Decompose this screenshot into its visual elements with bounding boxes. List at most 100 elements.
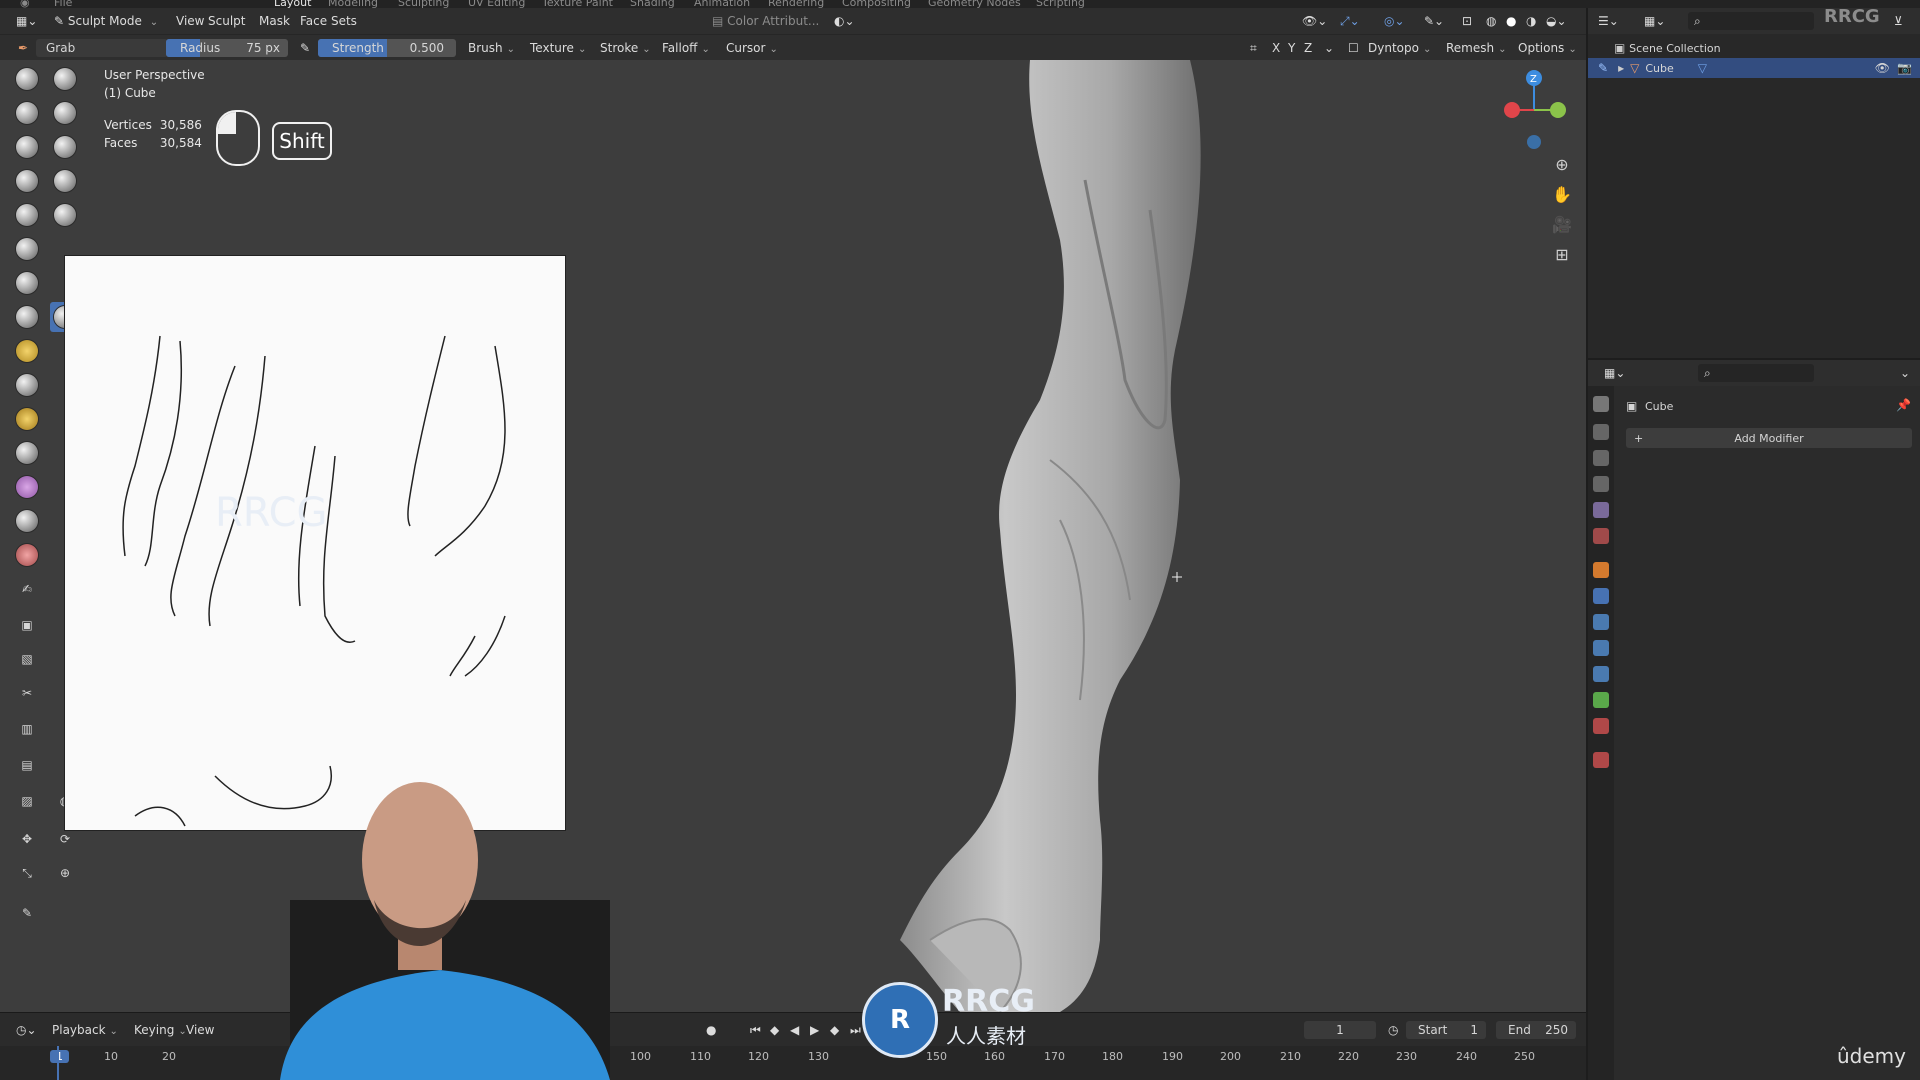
physics-tab-icon[interactable] (1593, 640, 1609, 656)
xray-icon[interactable]: ✎⌄ (1418, 12, 1450, 30)
radius-field[interactable]: Radius 75 px (166, 39, 288, 57)
view-layer-tab-icon[interactable] (1593, 476, 1609, 492)
menu-face-sets[interactable]: Face Sets (294, 12, 363, 30)
line-project-tool[interactable]: ▨ (12, 786, 42, 816)
dyntopo-dropdown[interactable]: Dyntopo (1362, 39, 1437, 57)
filter-icon[interactable]: ⊻ (1888, 12, 1909, 30)
zoom-icon[interactable]: ⊕ (1548, 150, 1576, 178)
xray-toggle-icon[interactable]: ⊡ (1456, 12, 1478, 30)
symmetry-icon[interactable]: ⌗ (1244, 39, 1263, 57)
orthographic-toggle-icon[interactable]: ⊞ (1548, 240, 1576, 268)
play-reverse-icon[interactable]: ◀ (784, 1021, 805, 1039)
overlay-toggle-icon[interactable]: ◎⌄ (1378, 12, 1411, 30)
snap-menu[interactable]: ◐⌄ (828, 12, 861, 30)
gizmo-y-axis[interactable] (1550, 102, 1566, 118)
draw-sharp-brush-tool[interactable] (50, 64, 80, 94)
multiplane-scrape-tool[interactable] (12, 336, 42, 366)
tool-tab-icon[interactable] (1593, 396, 1609, 412)
annotate-tool[interactable]: ✎ (12, 898, 42, 928)
box-hide-tool[interactable]: ✂ (12, 678, 42, 708)
add-modifier-button[interactable]: + Add Modifier (1626, 428, 1912, 448)
falloff-dropdown[interactable]: Falloff (656, 39, 716, 57)
elastic-deform-tool[interactable] (12, 404, 42, 434)
scene-collection-row[interactable]: ▣ Scene Collection (1614, 38, 1721, 58)
camera-view-icon[interactable]: 🎥 (1548, 210, 1576, 238)
fill-brush-tool[interactable] (12, 268, 42, 298)
shading-rendered-icon[interactable]: ◒⌄ (1540, 12, 1573, 30)
properties-search-input[interactable]: ⌕ (1698, 364, 1814, 382)
start-frame-field[interactable]: Start 1 (1406, 1021, 1486, 1039)
clock-icon[interactable]: ◷ (1382, 1021, 1404, 1039)
pose-tool[interactable] (12, 506, 42, 536)
move-tool[interactable]: ✥ (12, 824, 42, 854)
smooth-brush-tool[interactable] (50, 200, 80, 230)
gizmo-toggle-icon[interactable]: ⤢⌄ (1334, 12, 1366, 30)
brush-name-field[interactable]: Grab (36, 39, 168, 57)
navigation-gizmo[interactable]: Z (1496, 66, 1576, 156)
timeline-ruler[interactable]: 1 10 20 100 110 120 130 150 160 170 180 … (0, 1046, 1586, 1080)
gizmo-x-axis[interactable] (1504, 102, 1520, 118)
texture-tab-icon[interactable] (1593, 752, 1609, 768)
play-icon[interactable]: ▶ (804, 1021, 825, 1039)
layer-brush-tool[interactable] (50, 132, 80, 162)
pin-icon[interactable]: 📌 (1896, 398, 1911, 412)
modifier-tab-icon[interactable] (1593, 588, 1609, 604)
crease-brush-tool[interactable] (12, 200, 42, 230)
rotate-brush-tool[interactable]: ✍ (12, 574, 42, 604)
pinch-brush-tool[interactable] (12, 370, 42, 400)
scene-tab-icon[interactable] (1593, 502, 1609, 518)
texture-dropdown[interactable]: Texture (524, 39, 592, 57)
visibility-icon[interactable]: 👁⌄ (1296, 12, 1333, 30)
blob-brush-tool[interactable] (50, 166, 80, 196)
render-camera-icon[interactable]: 📷 (1897, 61, 1912, 75)
box-face-set-tool[interactable]: ▥ (12, 714, 42, 744)
timeline-view-menu[interactable]: View (180, 1021, 220, 1039)
prev-keyframe-icon[interactable]: ◆ (764, 1021, 785, 1039)
snake-hook-tool[interactable] (12, 438, 42, 468)
outliner-editor-type-icon[interactable]: ☰⌄ (1592, 12, 1625, 30)
editor-type-button[interactable]: ▦⌄ (10, 12, 43, 30)
inflate-brush-tool[interactable] (12, 166, 42, 196)
color-attribute-dropdown[interactable]: ▤ Color Attribut... (706, 12, 825, 30)
box-trim-tool[interactable]: ▤ (12, 750, 42, 780)
stroke-dropdown[interactable]: Stroke (594, 39, 657, 57)
expand-arrow-icon[interactable]: ▸ (1618, 61, 1624, 75)
box-mask-tool[interactable]: ▧ (12, 644, 42, 674)
strength-field[interactable]: Strength 0.500 (318, 39, 456, 57)
timeline-editor-type-icon[interactable]: ◷⌄ (10, 1021, 43, 1039)
render-tab-icon[interactable] (1593, 424, 1609, 440)
thumb-tool[interactable] (12, 472, 42, 502)
radius-pressure-icon[interactable]: ✎ (294, 39, 316, 57)
data-tab-icon[interactable] (1593, 692, 1609, 708)
playback-menu[interactable]: Playback (46, 1021, 124, 1039)
particles-tab-icon[interactable] (1593, 614, 1609, 630)
clay-brush-tool[interactable] (12, 98, 42, 128)
scale-tool[interactable]: ⤡ (12, 858, 42, 888)
record-icon[interactable]: ● (700, 1021, 722, 1039)
next-keyframe-icon[interactable]: ◆ (824, 1021, 845, 1039)
constraints-tab-icon[interactable] (1593, 666, 1609, 682)
menu-mask[interactable]: Mask (253, 12, 296, 30)
gizmo-neg-z-axis[interactable] (1527, 135, 1541, 149)
draw-brush-tool[interactable] (12, 64, 42, 94)
scrape-brush-tool[interactable] (12, 302, 42, 332)
output-tab-icon[interactable] (1593, 450, 1609, 466)
display-mode-icon[interactable]: ▦⌄ (1638, 12, 1671, 30)
outliner-search-input[interactable]: ⌕ (1688, 12, 1814, 30)
remesh-dropdown[interactable]: Remesh (1440, 39, 1513, 57)
axis-z-toggle[interactable]: Z (1298, 39, 1318, 57)
visibility-eye-icon[interactable]: 👁 (1875, 61, 1890, 75)
options-dropdown[interactable]: Options (1512, 39, 1583, 57)
playhead-frame[interactable]: 1 (50, 1050, 69, 1063)
nudge-tool[interactable] (12, 540, 42, 570)
flatten-brush-tool[interactable] (12, 234, 42, 264)
mode-dropdown[interactable]: ✎ Sculpt Mode (48, 12, 164, 30)
cursor-dropdown[interactable]: Cursor (720, 39, 784, 57)
brush-dropdown[interactable]: Brush (462, 39, 521, 57)
transform-tool[interactable]: ⊕ (50, 858, 80, 888)
symmetry-options-icon[interactable]: ⌄ (1318, 39, 1340, 57)
menu-sculpt[interactable]: Sculpt (202, 12, 251, 30)
end-frame-field[interactable]: End 250 (1496, 1021, 1576, 1039)
outliner-item-cube[interactable]: ✎ ▸ ▽ Cube ▽ 👁 📷 (1588, 58, 1920, 78)
properties-editor-type-icon[interactable]: ▦⌄ (1598, 364, 1631, 382)
